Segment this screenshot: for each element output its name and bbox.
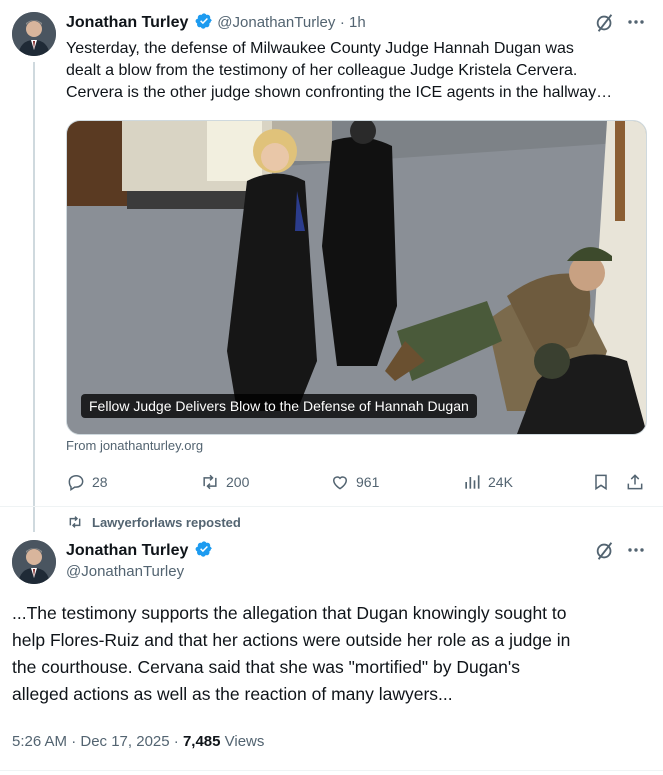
share-icon [627, 474, 643, 490]
tweet1-line: Yesterday, the defense of Milwaukee Coun… [66, 40, 574, 57]
thread-line [33, 62, 35, 532]
avatar[interactable] [12, 540, 56, 584]
like-count: 961 [356, 474, 380, 490]
verified-badge-icon [195, 541, 212, 557]
avatar-image [12, 12, 56, 56]
divider [0, 770, 663, 771]
link-card-image[interactable]: Fellow Judge Delivers Blow to the Defens… [66, 120, 647, 435]
card-source[interactable]: From jonathanturley.org [66, 438, 203, 453]
author-handle[interactable]: @JonathanTurley [66, 563, 184, 580]
repost-icon [203, 474, 217, 490]
avatar-image [12, 540, 56, 584]
like-button[interactable]: 961 [330, 472, 379, 492]
tweet1-line: Cervera is the other judge shown confron… [66, 84, 613, 101]
views-count-total: 7,485 [182, 733, 221, 750]
tweet2-name-row: Jonathan Turley [66, 540, 213, 560]
repost-banner[interactable]: Lawyerforlaws reposted [66, 514, 241, 530]
author-handle[interactable]: @JonathanTurley [217, 14, 335, 31]
repost-banner-text: Lawyerforlaws reposted [92, 514, 241, 530]
bookmark-icon [595, 474, 607, 491]
card-caption: Fellow Judge Delivers Blow to the Defens… [81, 394, 477, 418]
reply-count: 28 [92, 474, 108, 490]
grok-icon[interactable] [594, 540, 616, 567]
reply-button[interactable]: 28 [66, 472, 108, 492]
bookmark-button[interactable] [591, 472, 611, 492]
repost-count: 200 [226, 474, 250, 490]
more-icon[interactable] [627, 12, 645, 37]
tweet2-line: ...The testimony supports the allegation… [12, 603, 567, 623]
avatar[interactable] [12, 12, 56, 56]
repost-button[interactable]: 200 [200, 472, 249, 492]
author-name[interactable]: Jonathan Turley [66, 542, 188, 559]
timestamp-text: 5:26 AM · Dec 17, 2025 · [12, 733, 183, 750]
courthouse-photo [67, 121, 646, 434]
repost-small-icon [69, 516, 81, 528]
post-time[interactable]: · 1h [340, 14, 366, 31]
views-count: 24K [488, 474, 513, 490]
verified-badge-icon [195, 13, 212, 29]
post-timestamp[interactable]: 5:26 AM · Dec 17, 2025 · 7,485 Views [12, 733, 264, 750]
tweet1-line: dealt a blow from the testimony of her c… [66, 62, 578, 79]
grok-icon[interactable] [594, 12, 616, 39]
tweet2-line: alleged actions as well as the reaction … [12, 684, 453, 704]
more-icon[interactable] [627, 540, 645, 565]
share-button[interactable] [625, 472, 645, 492]
author-name[interactable]: Jonathan Turley [66, 14, 188, 31]
tweet2-text: ...The testimony supports the allegation… [12, 600, 652, 708]
views-button[interactable]: 24K [462, 472, 513, 492]
views-icon [465, 475, 480, 489]
tweet1-text: Yesterday, the defense of Milwaukee Coun… [66, 38, 656, 104]
tweet2-line: the courthouse. Cervana said that she wa… [12, 657, 520, 677]
divider [0, 506, 663, 507]
tweet2-line: help Flores-Ruiz and that her actions we… [12, 630, 571, 650]
reply-icon [68, 474, 84, 491]
tweet1-header: Jonathan Turley @JonathanTurley · 1h [66, 12, 366, 32]
like-icon [332, 476, 348, 490]
views-label: Views [220, 733, 265, 750]
